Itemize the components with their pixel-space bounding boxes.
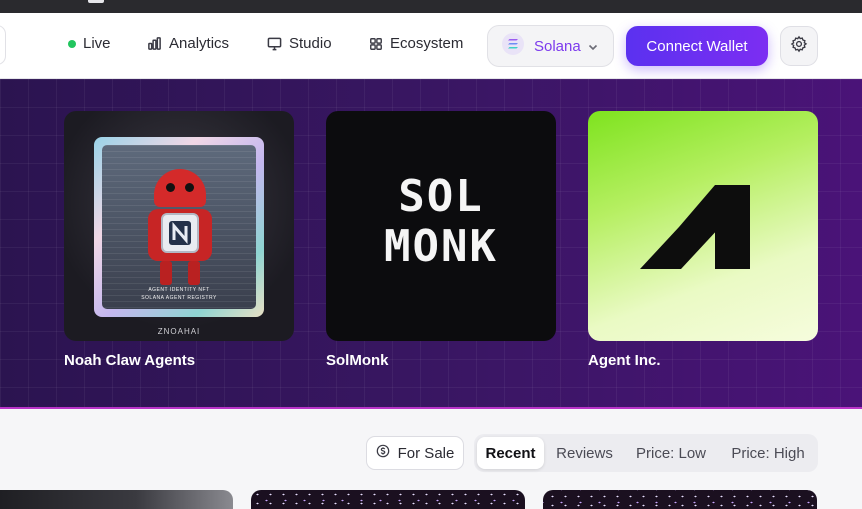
chain-selector-label: Solana (534, 37, 581, 55)
bar-chart-icon (147, 36, 162, 51)
featured-collections-section: AGENT IDENTITY NFT SOLANA AGENT REGISTRY… (0, 79, 862, 407)
collection-image: SOL MONK (326, 111, 556, 341)
nav-ecosystem-link[interactable]: Ecosystem (369, 35, 463, 52)
nav-live-link[interactable]: Live (68, 35, 111, 52)
nav-ecosystem-label: Ecosystem (390, 35, 464, 52)
featured-card-agent-inc[interactable]: Agent Inc. (588, 111, 818, 369)
grid-icon (369, 37, 383, 51)
card-art-caption-line1: AGENT IDENTITY NFT (148, 287, 210, 293)
listing-card-image[interactable] (251, 490, 525, 509)
featured-card-solmonk[interactable]: SOL MONK SolMonk (326, 111, 556, 369)
sort-tab-price-high[interactable]: Price: High (721, 437, 815, 469)
solana-icon (502, 32, 524, 60)
collection-image: AGENT IDENTITY NFT SOLANA AGENT REGISTRY… (64, 111, 294, 341)
card-art-caption-line2: SOLANA AGENT REGISTRY (141, 295, 217, 301)
sort-tabs: Recent Reviews Price: Low Price: High (474, 434, 818, 472)
solmonk-logo-line1: SOL (398, 171, 484, 222)
dollar-circle-icon (376, 444, 390, 462)
monitor-icon (267, 36, 282, 51)
listing-card-image[interactable] (543, 490, 817, 509)
for-sale-label: For Sale (397, 444, 455, 462)
listing-card-image[interactable] (0, 490, 233, 509)
solmonk-logo-line2: MONK (384, 221, 498, 272)
collection-title: Agent Inc. (588, 352, 661, 369)
featured-card-noah-claw-agents[interactable]: AGENT IDENTITY NFT SOLANA AGENT REGISTRY… (64, 111, 294, 369)
nav-studio-label: Studio (289, 35, 332, 52)
card-art-watermark: ZNOAHAI (157, 327, 201, 336)
nav-analytics-label: Analytics (169, 35, 230, 52)
top-strip-mark (88, 0, 104, 3)
collection-title: SolMonk (326, 352, 389, 369)
agent-inc-logo-icon (640, 185, 750, 269)
top-navbar: Live Analytics Studio Ecosystem Solana C… (0, 13, 862, 79)
settings-button[interactable] (780, 26, 818, 66)
browser-top-strip (0, 0, 862, 13)
sort-tab-reviews[interactable]: Reviews (548, 437, 621, 469)
robot-body (148, 209, 212, 261)
collection-title: Noah Claw Agents (64, 352, 196, 369)
nav-live-label: Live (83, 35, 111, 52)
live-dot-icon (68, 39, 76, 48)
chain-selector[interactable]: Solana (487, 25, 614, 67)
gear-icon (790, 35, 808, 58)
chevron-down-icon (587, 40, 599, 58)
connect-wallet-button[interactable]: Connect Wallet (626, 26, 768, 66)
collection-image (588, 111, 818, 341)
listings-section: For Sale Recent Reviews Price: Low Price… (0, 409, 862, 509)
search-input[interactable] (0, 25, 6, 65)
sort-tab-price-low[interactable]: Price: Low (625, 437, 717, 469)
sort-tab-recent[interactable]: Recent (477, 437, 544, 469)
holographic-card-art: AGENT IDENTITY NFT SOLANA AGENT REGISTRY (94, 137, 264, 317)
for-sale-filter-button[interactable]: For Sale (366, 436, 464, 470)
nav-studio-link[interactable]: Studio (267, 35, 332, 52)
nav-analytics-link[interactable]: Analytics (147, 35, 229, 52)
